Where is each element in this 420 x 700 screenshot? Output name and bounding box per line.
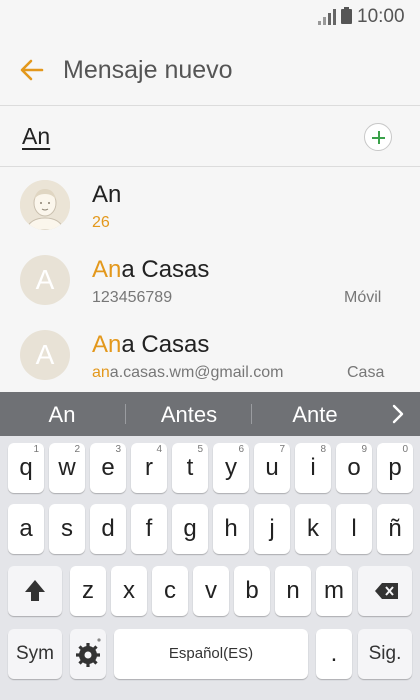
key-c[interactable]: c xyxy=(152,566,188,616)
key-x[interactable]: x xyxy=(111,566,147,616)
signal-icon xyxy=(318,9,336,25)
page-title: Mensaje nuevo xyxy=(63,56,233,84)
sym-key[interactable]: Sym xyxy=(8,629,62,679)
contact-name: Ana Casas xyxy=(92,331,210,358)
key-r[interactable]: 4r xyxy=(131,443,167,493)
settings-key[interactable] xyxy=(70,629,106,679)
prediction-1[interactable]: An xyxy=(22,402,102,428)
app-bar: Mensaje nuevo xyxy=(0,34,420,106)
status-clock: 10:00 xyxy=(357,6,405,27)
key-z[interactable]: z xyxy=(70,566,106,616)
key-b[interactable]: b xyxy=(234,566,270,616)
key-d[interactable]: d xyxy=(90,504,126,554)
key-i[interactable]: 8i xyxy=(295,443,331,493)
gear-icon xyxy=(76,638,101,667)
add-contact-button[interactable] xyxy=(364,123,392,151)
period-key[interactable]: . xyxy=(316,629,352,679)
next-key[interactable]: Sig. xyxy=(358,629,412,679)
avatar-letter: A xyxy=(35,339,55,370)
avatar: A xyxy=(20,330,70,380)
key-t[interactable]: 5t xyxy=(172,443,208,493)
prediction-divider xyxy=(125,404,126,424)
contact-suggestion[interactable]: A Ana Casas ana.casas.wm@gmail.com Casa xyxy=(0,318,420,393)
key-p[interactable]: 0p xyxy=(377,443,413,493)
avatar-letter: A xyxy=(35,264,55,295)
battery-icon xyxy=(341,7,352,24)
key-y[interactable]: 6y xyxy=(213,443,249,493)
key-g[interactable]: g xyxy=(172,504,208,554)
chevron-right-icon[interactable] xyxy=(388,403,408,425)
back-arrow-icon[interactable] xyxy=(18,56,46,84)
contact-type: Móvil xyxy=(344,289,382,306)
key-o[interactable]: 9o xyxy=(336,443,372,493)
prediction-3[interactable]: Ante xyxy=(266,402,364,428)
backspace-icon xyxy=(375,583,398,599)
contact-name: An xyxy=(92,181,122,208)
contact-suggestion[interactable]: An 26 xyxy=(0,168,420,243)
recipient-row: An xyxy=(0,107,420,167)
prediction-bar: An Antes Ante xyxy=(0,392,420,436)
contact-suggestions: An 26 A Ana Casas 123456789 Móvil A Ana … xyxy=(0,168,420,392)
contact-detail: ana.casas.wm@gmail.com xyxy=(92,364,284,381)
key-k[interactable]: k xyxy=(295,504,331,554)
key-m[interactable]: m xyxy=(316,566,352,616)
key-v[interactable]: v xyxy=(193,566,229,616)
key-f[interactable]: f xyxy=(131,504,167,554)
key-j[interactable]: j xyxy=(254,504,290,554)
space-key[interactable]: Español(ES) xyxy=(114,629,308,679)
backspace-key[interactable] xyxy=(358,566,412,616)
prediction-2[interactable]: Antes xyxy=(137,402,241,428)
key-l[interactable]: l xyxy=(336,504,372,554)
key-n[interactable]: n xyxy=(275,566,311,616)
contact-suggestion[interactable]: A Ana Casas 123456789 Móvil xyxy=(0,243,420,318)
contact-name: Ana Casas xyxy=(92,256,210,283)
key-q[interactable]: 1q xyxy=(8,443,44,493)
key-e[interactable]: 3e xyxy=(90,443,126,493)
key-h[interactable]: h xyxy=(213,504,249,554)
contact-type: Casa xyxy=(347,364,385,381)
contact-detail: 26 xyxy=(92,214,110,231)
recipient-input[interactable]: An xyxy=(22,123,50,150)
key-s[interactable]: s xyxy=(49,504,85,554)
avatar xyxy=(20,180,70,230)
status-bar: 10:00 xyxy=(0,0,420,34)
key-u[interactable]: 7u xyxy=(254,443,290,493)
person-avatar-icon xyxy=(20,180,70,230)
shift-key[interactable] xyxy=(8,566,62,616)
contact-detail: 123456789 xyxy=(92,289,173,306)
key-n-tilde[interactable]: ñ xyxy=(377,504,413,554)
keyboard: An Antes Ante 1q 2w 3e 4r 5t 6y 7u 8i 9o… xyxy=(0,392,420,700)
key-a[interactable]: a xyxy=(8,504,44,554)
avatar: A xyxy=(20,255,70,305)
prediction-divider xyxy=(251,404,252,424)
shift-arrow-icon xyxy=(25,580,45,601)
key-w[interactable]: 2w xyxy=(49,443,85,493)
